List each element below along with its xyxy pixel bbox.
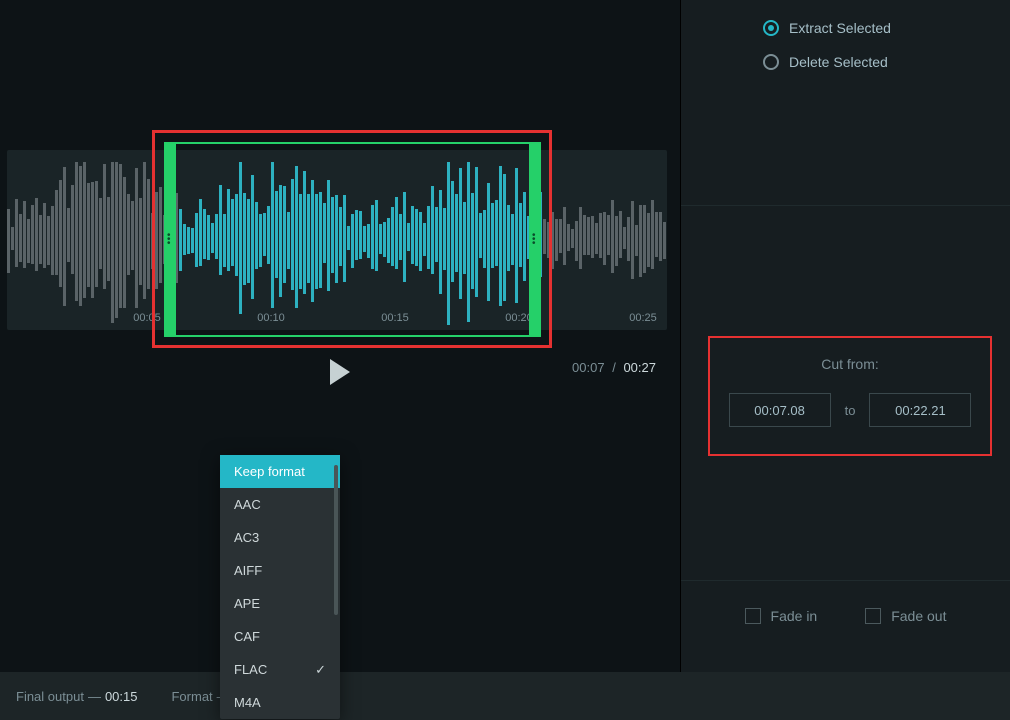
waveform-track[interactable]: 00:0500:1000:1500:2000:25 — [7, 150, 667, 330]
timeline-tick: 00:05 — [133, 312, 161, 324]
format-label: Format — [171, 689, 212, 704]
fade-in-label: Fade in — [771, 608, 818, 624]
dropdown-scrollbar[interactable] — [334, 465, 338, 615]
check-icon: ✓ — [315, 653, 326, 686]
format-option-label: Keep format — [234, 455, 305, 488]
format-option-label: AIFF — [234, 554, 262, 587]
dash-icon: — — [88, 689, 101, 704]
fade-checkboxes: Fade in Fade out — [681, 608, 1010, 624]
cut-range-box-highlight: Cut from: 00:07.08 to 00:22.21 — [708, 336, 992, 456]
radio-icon — [763, 20, 779, 36]
selection-mode-radios: Extract Selected Delete Selected — [763, 20, 891, 88]
bottom-status-bar: Final output — 00:15 Format — — — [0, 672, 1010, 720]
checkbox-icon — [745, 608, 761, 624]
radio-delete[interactable]: Delete Selected — [763, 54, 891, 70]
timeline-tick: 00:15 — [381, 312, 409, 324]
format-option-label: M4A — [234, 686, 261, 719]
final-output-label: Final output — [16, 689, 84, 704]
final-output-value: 00:15 — [105, 689, 138, 704]
fade-in-checkbox[interactable]: Fade in — [745, 608, 818, 624]
format-option[interactable]: AAC — [220, 488, 340, 521]
format-option-label: AC3 — [234, 521, 259, 554]
cut-from-label: Cut from: — [710, 356, 990, 372]
radio-extract-label: Extract Selected — [789, 20, 891, 36]
side-divider — [681, 580, 1010, 581]
radio-delete-label: Delete Selected — [789, 54, 888, 70]
format-option[interactable]: Keep format — [220, 455, 340, 488]
editor-main: 00:0500:1000:1500:2000:25 ••• ••• 00:07 … — [0, 0, 680, 700]
side-divider — [681, 205, 1010, 206]
format-option-label: APE — [234, 587, 260, 620]
format-option[interactable]: AC3 — [220, 521, 340, 554]
fade-out-checkbox[interactable]: Fade out — [865, 608, 946, 624]
current-time: 00:07 — [572, 360, 605, 375]
format-dropdown[interactable]: Keep formatAACAC3AIFFAPECAFFLAC ✓ M4A — [220, 455, 340, 719]
waveform-bars — [7, 150, 667, 330]
cut-to-label: to — [845, 403, 856, 418]
selection-handle-left[interactable]: ••• — [164, 142, 176, 337]
cut-from-field[interactable]: 00:07.08 — [729, 393, 831, 427]
radio-icon — [763, 54, 779, 70]
total-duration: 00:27 — [623, 360, 656, 375]
format-option-label: AAC — [234, 488, 261, 521]
format-option-label: FLAC — [234, 653, 267, 686]
time-separator: / — [612, 360, 616, 375]
format-option[interactable]: FLAC ✓ — [220, 653, 340, 686]
play-icon — [330, 359, 350, 385]
format-option[interactable]: CAF — [220, 620, 340, 653]
timeline-tick: 00:10 — [257, 312, 285, 324]
radio-extract[interactable]: Extract Selected — [763, 20, 891, 36]
time-readout: 00:07 / 00:27 — [572, 360, 656, 375]
checkbox-icon — [865, 608, 881, 624]
cut-range-row: 00:07.08 to 00:22.21 — [710, 393, 990, 427]
format-option[interactable]: APE — [220, 587, 340, 620]
format-option[interactable]: AIFF — [220, 554, 340, 587]
selection-handle-right[interactable]: ••• — [529, 142, 541, 337]
format-option-label: CAF — [234, 620, 260, 653]
timeline-tick: 00:25 — [629, 312, 657, 324]
side-panel: Extract Selected Delete Selected Cut fro… — [680, 0, 1010, 700]
cut-to-field[interactable]: 00:22.21 — [869, 393, 971, 427]
play-button[interactable] — [320, 352, 360, 392]
format-option[interactable]: M4A — [220, 686, 340, 719]
fade-out-label: Fade out — [891, 608, 946, 624]
